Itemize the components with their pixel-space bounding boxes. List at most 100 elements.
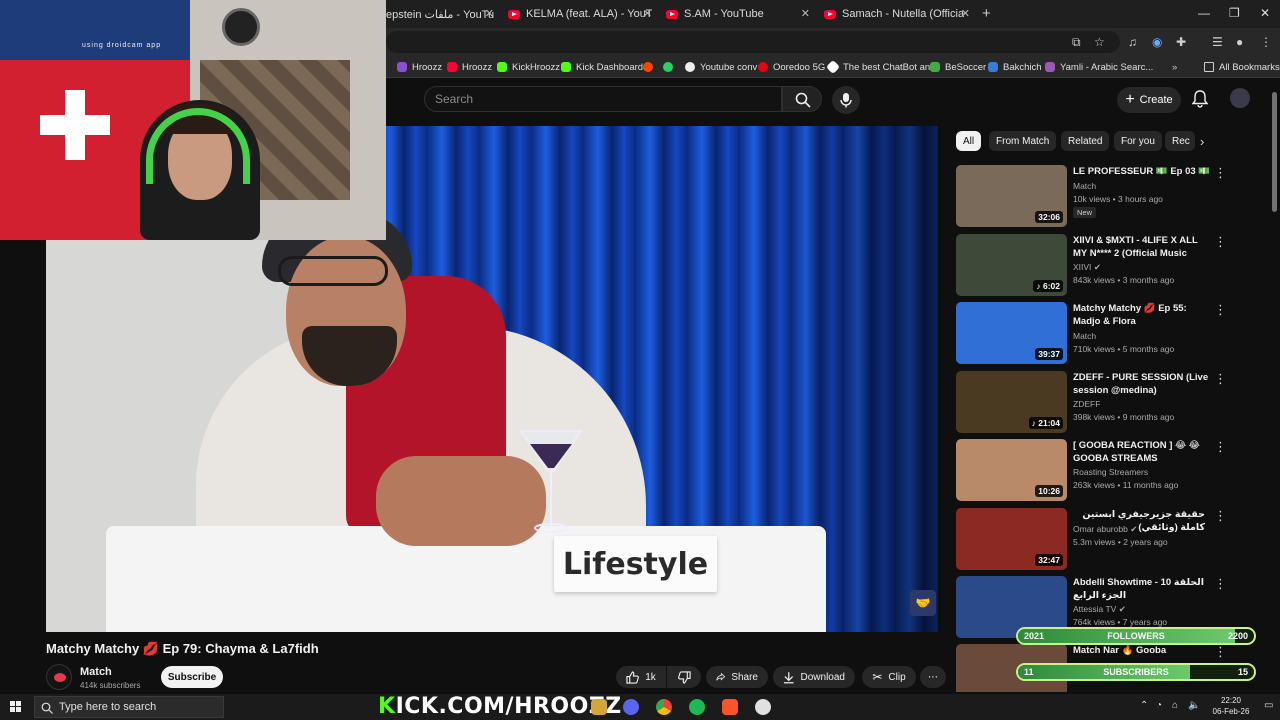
extensions-puzzle-icon[interactable]: ✚ <box>1176 35 1186 49</box>
bookmark-item[interactable]: Yamli - Arabic Searc... <box>1045 59 1153 75</box>
chip-all[interactable]: All <box>956 131 982 151</box>
chip-recent[interactable]: Rec <box>1165 131 1195 151</box>
chrome-icon[interactable] <box>656 699 672 715</box>
bookmark-item[interactable]: Bakchich <box>988 59 1042 75</box>
network-icon[interactable]: ⌂ <box>1172 700 1178 711</box>
more-bookmarks-chevron-icon[interactable]: » <box>1172 59 1177 75</box>
browser-tab[interactable]: Samach - Nutella (Official Music ✕ <box>824 4 970 24</box>
bookmark-item[interactable]: BeSoccer <box>930 59 986 75</box>
tray-chevron-icon[interactable]: ⌃ <box>1140 700 1148 711</box>
bookmark-item[interactable]: Youtube conv <box>685 59 757 75</box>
bookmark-item[interactable] <box>643 59 658 75</box>
minimize-button[interactable]: — <box>1198 6 1210 20</box>
extension-icon[interactable]: ♫ <box>1128 35 1137 49</box>
close-window-button[interactable]: ✕ <box>1260 6 1270 20</box>
more-options-icon[interactable]: ⋮ <box>1214 372 1227 385</box>
related-video-title[interactable]: LE PROFESSEUR 💵 Ep 03 💵 <box>1073 165 1211 178</box>
browser-tab[interactable]: epstein ملفات - YouTube ✕ <box>386 4 494 24</box>
related-video-item[interactable]: ♪ 21:04 ZDEFF - PURE SESSION (Live sessi… <box>956 371 1232 435</box>
related-video-title[interactable]: Abdelli Showtime - الحلقة 10 الجزء الراب… <box>1073 576 1211 602</box>
download-button[interactable]: Download <box>773 666 855 688</box>
obs-icon[interactable] <box>755 699 771 715</box>
spotify-icon[interactable] <box>689 699 705 715</box>
browser-tab[interactable]: KELMA (feat. ALA) - YouTube ✕ <box>508 4 652 24</box>
reading-list-icon[interactable]: ☰ <box>1212 35 1223 49</box>
close-tab-icon[interactable]: ✕ <box>643 7 652 20</box>
more-options-icon[interactable]: ⋮ <box>1214 235 1227 248</box>
more-options-icon[interactable]: ⋮ <box>1214 577 1227 590</box>
related-video-item[interactable]: 32:06 LE PROFESSEUR 💵 Ep 03 💵 Match 10k … <box>956 165 1232 229</box>
maximize-button[interactable]: ❐ <box>1229 6 1240 20</box>
more-options-icon[interactable]: ⋮ <box>1214 509 1227 522</box>
related-video-title[interactable]: [ GOOBA REACTION ] 😂 😂 GOOBA STREAMS HIG… <box>1073 439 1211 465</box>
voice-search-button[interactable] <box>832 86 860 114</box>
related-video-item[interactable]: 32:47 حقيقة جزيرجيفري ابستين كاملة (وثائ… <box>956 508 1232 572</box>
bookmark-item[interactable]: Kick Dashboard <box>561 59 643 75</box>
related-video-item[interactable]: 39:37 Matchy Matchy 💋 Ep 55: Madjo & Flo… <box>956 302 1232 366</box>
bookmark-item[interactable]: KickHroozz <box>497 59 560 75</box>
all-bookmarks-button[interactable]: All Bookmarks <box>1204 59 1280 75</box>
related-video-title[interactable]: XIIVI & $MXTI - 4LIFE X ALL MY N**** 2 (… <box>1073 234 1211 260</box>
bookmark-item[interactable] <box>663 59 678 75</box>
profile-icon[interactable]: ● <box>1236 35 1243 49</box>
more-actions-button[interactable]: ⋯ <box>920 666 946 688</box>
video-thumbnail[interactable]: 32:47 <box>956 508 1067 570</box>
related-video-title[interactable]: Matchy Matchy 💋 Ep 55: Madjo & Flora <box>1073 302 1211 328</box>
bookmark-item[interactable]: Hroozz <box>397 59 442 75</box>
file-explorer-icon[interactable] <box>591 699 607 715</box>
tray-app-icon[interactable]: ◔ <box>1156 700 1162 711</box>
channel-name[interactable]: Match <box>80 666 112 678</box>
chevron-right-icon[interactable]: › <box>1200 134 1204 149</box>
chip-for-you[interactable]: For you <box>1114 131 1162 151</box>
brave-icon[interactable] <box>722 699 738 715</box>
channel-avatar[interactable] <box>46 664 72 690</box>
volume-icon[interactable]: 🔈 <box>1188 700 1200 711</box>
notifications-bell-icon[interactable] <box>1192 90 1208 108</box>
channel-watermark-icon[interactable]: 🤝 <box>910 590 936 616</box>
account-avatar[interactable] <box>1230 88 1250 108</box>
bookmark-item[interactable]: Hroozz <box>447 59 492 75</box>
bookmark-item[interactable]: Ooredoo 5G <box>758 59 825 75</box>
bookmark-item[interactable]: The best ChatBot an... <box>825 59 938 75</box>
page-scrollbar[interactable] <box>1272 92 1277 212</box>
clip-button[interactable]: ✂ Clip <box>862 666 916 688</box>
like-button[interactable]: 1k <box>616 666 666 688</box>
video-thumbnail[interactable]: 39:37 <box>956 302 1067 364</box>
chip-from-match[interactable]: From Match <box>989 131 1057 151</box>
related-video-title[interactable]: Match Nar 🔥 Gooba <box>1073 644 1211 657</box>
more-options-icon[interactable]: ⋮ <box>1214 303 1227 316</box>
bookmark-star-icon[interactable]: ☆ <box>1094 35 1105 49</box>
video-thumbnail[interactable]: ♪ 6:02 <box>956 234 1067 296</box>
taskbar-search-input[interactable]: Type here to search <box>34 696 224 718</box>
video-thumbnail[interactable]: 10:26 <box>956 439 1067 501</box>
related-channel-name[interactable]: Attessia TV ✔ <box>1073 604 1126 615</box>
close-tab-icon[interactable]: ✕ <box>801 7 810 20</box>
chrome-menu-icon[interactable]: ⋮ <box>1260 35 1272 49</box>
system-clock[interactable]: 22:20 06-Feb-26 <box>1206 695 1256 717</box>
subscribe-button[interactable]: Subscribe <box>161 666 223 688</box>
video-thumbnail[interactable]: 32:06 <box>956 165 1067 227</box>
search-input[interactable]: Search <box>424 86 782 112</box>
related-video-item[interactable]: 10:26 [ GOOBA REACTION ] 😂 😂 GOOBA STREA… <box>956 439 1232 503</box>
related-channel-name[interactable]: Match <box>1073 331 1096 341</box>
chip-related[interactable]: Related <box>1061 131 1110 151</box>
related-video-item[interactable]: ♪ 6:02 XIIVI & $MXTI - 4LIFE X ALL MY N*… <box>956 234 1232 298</box>
close-tab-icon[interactable]: ✕ <box>485 7 494 20</box>
related-video-title[interactable]: ZDEFF - PURE SESSION (Live session @medi… <box>1073 371 1211 397</box>
related-channel-name[interactable]: ZDEFF <box>1073 399 1100 409</box>
create-button[interactable]: + Create <box>1117 87 1181 113</box>
related-channel-name[interactable]: Match <box>1073 181 1096 191</box>
search-button[interactable] <box>782 86 822 112</box>
more-options-icon[interactable]: ⋮ <box>1214 166 1227 179</box>
notification-center-icon[interactable]: ▭ <box>1264 700 1273 711</box>
install-app-icon[interactable]: ⧉ <box>1072 35 1081 50</box>
video-thumbnail[interactable]: ♪ 21:04 <box>956 371 1067 433</box>
related-channel-name[interactable]: XIIVI ✔ <box>1073 262 1101 273</box>
new-tab-button[interactable]: + <box>982 5 991 22</box>
address-bar[interactable]: ⧉ ☆ <box>386 31 1120 53</box>
more-options-icon[interactable]: ⋮ <box>1214 440 1227 453</box>
extension-icon[interactable]: ◉ <box>1152 35 1162 49</box>
related-channel-name[interactable]: Roasting Streamers <box>1073 467 1148 477</box>
close-tab-icon[interactable]: ✕ <box>961 7 970 20</box>
more-options-icon[interactable]: ⋮ <box>1214 645 1227 658</box>
